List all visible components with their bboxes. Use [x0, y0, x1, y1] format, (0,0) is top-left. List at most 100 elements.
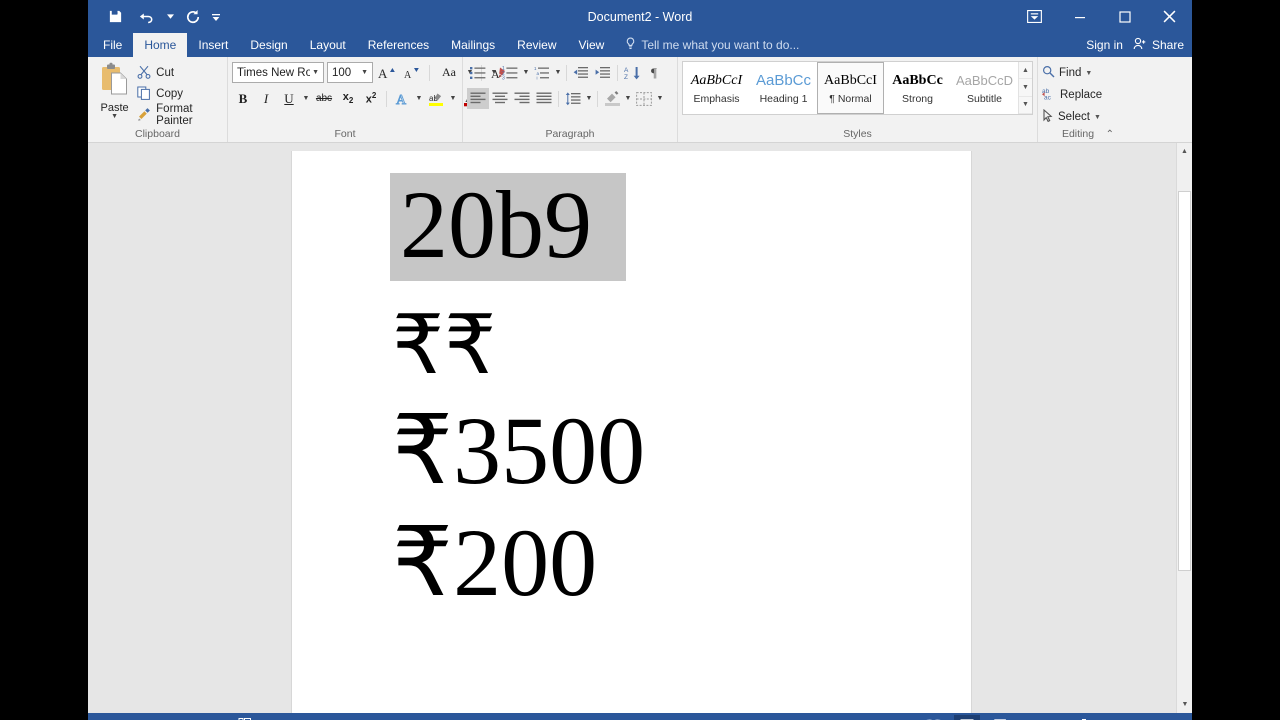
styles-scroll-up-icon[interactable]: ▲	[1019, 62, 1032, 80]
text-effects-button[interactable]: A	[391, 88, 413, 109]
bullets-button[interactable]	[467, 62, 489, 83]
select-dropdown-icon[interactable]: ▼	[1094, 114, 1101, 121]
copy-button[interactable]: Copy	[137, 85, 223, 103]
copy-label: Copy	[156, 88, 184, 100]
find-dropdown-icon[interactable]: ▼	[1085, 70, 1092, 77]
justify-button[interactable]	[533, 88, 555, 109]
style-subtitle[interactable]: AaBbCcD Subtitle	[951, 62, 1018, 114]
word-application-window: Document2 - Word File Home Insert Design…	[88, 0, 1192, 720]
svg-text:A: A	[396, 93, 407, 107]
read-mode-button[interactable]	[920, 715, 946, 720]
format-painter-button[interactable]: Format Painter	[137, 103, 223, 127]
paste-dropdown-icon[interactable]: ▼	[111, 113, 118, 120]
bold-button[interactable]: B	[232, 88, 254, 109]
styles-group-label: Styles	[843, 128, 872, 140]
svg-text:A: A	[624, 67, 629, 74]
document-line-3[interactable]: ₹3500	[392, 403, 943, 499]
find-button[interactable]: Find ▼	[1042, 63, 1102, 83]
collapse-ribbon-button[interactable]: ⌃	[1106, 129, 1114, 140]
shading-dropdown-icon[interactable]: ▼	[623, 88, 633, 109]
cut-button[interactable]: Cut	[137, 64, 223, 82]
grow-font-button[interactable]: A	[376, 62, 398, 83]
paste-button[interactable]: Paste ▼	[92, 60, 137, 120]
close-button[interactable]	[1147, 0, 1192, 33]
center-button[interactable]	[489, 88, 511, 109]
share-button[interactable]: Share	[1133, 37, 1184, 53]
change-case-button[interactable]: Aa	[436, 62, 462, 83]
sort-button[interactable]: AZ	[621, 62, 643, 83]
scroll-up-button[interactable]: ▲	[1177, 143, 1192, 160]
tab-view[interactable]: View	[568, 33, 616, 57]
underline-dropdown-icon[interactable]: ▼	[301, 88, 311, 109]
borders-dropdown-icon[interactable]: ▼	[655, 88, 665, 109]
scroll-down-button[interactable]: ▼	[1177, 696, 1192, 713]
text-highlight-color-button[interactable]: ab	[425, 88, 447, 109]
borders-button[interactable]	[633, 88, 655, 109]
subscript-button[interactable]: x2	[337, 88, 359, 109]
web-layout-button[interactable]	[988, 715, 1014, 720]
styles-gallery-scrollbar[interactable]: ▲ ▼ ▼	[1018, 62, 1032, 114]
restore-button[interactable]	[1102, 0, 1147, 33]
styles-more-icon[interactable]: ▼	[1019, 97, 1032, 114]
style-preview: AaBbCcI	[824, 72, 877, 88]
tab-layout[interactable]: Layout	[299, 33, 357, 57]
replace-button[interactable]: ab ac Replace	[1042, 85, 1102, 105]
shading-button[interactable]	[601, 88, 623, 109]
document-body[interactable]: 20b9 ₹₹ ₹3500 ₹200	[292, 151, 971, 611]
font-name-combo[interactable]: Times New Ro ▼	[232, 62, 324, 83]
tell-me-search-box[interactable]: Tell me what you want to do...	[615, 33, 809, 57]
tab-file[interactable]: File	[92, 33, 133, 57]
editing-group-label: Editing	[1061, 128, 1095, 140]
customize-quick-access-toolbar-button[interactable]	[210, 4, 222, 30]
quick-access-toolbar	[100, 0, 222, 33]
line-spacing-dropdown-icon[interactable]: ▼	[584, 88, 594, 109]
minimize-button[interactable]	[1057, 0, 1102, 33]
print-layout-button[interactable]	[954, 715, 980, 720]
select-button[interactable]: Select ▼	[1042, 107, 1102, 127]
style-normal[interactable]: AaBbCcI ¶ Normal	[817, 62, 884, 114]
redo-button[interactable]	[178, 4, 208, 30]
numbering-button[interactable]: 123	[499, 62, 521, 83]
bullets-dropdown-icon[interactable]: ▼	[489, 62, 499, 83]
italic-button[interactable]: I	[255, 88, 277, 109]
line-spacing-button[interactable]	[562, 88, 584, 109]
show-formatting-marks-button[interactable]: ¶	[643, 62, 665, 83]
tab-home[interactable]: Home	[133, 33, 188, 57]
multilevel-list-button[interactable]: 1ai	[531, 62, 553, 83]
tab-insert[interactable]: Insert	[187, 33, 239, 57]
align-left-button[interactable]	[467, 88, 489, 109]
font-size-combo[interactable]: 100 ▼	[327, 62, 373, 83]
superscript-button[interactable]: x2	[360, 88, 382, 109]
document-line-2[interactable]: ₹₹	[392, 305, 943, 387]
increase-indent-button[interactable]	[592, 62, 614, 83]
tab-mailings[interactable]: Mailings	[440, 33, 506, 57]
document-line-1[interactable]: 20b9	[390, 173, 626, 281]
styles-scroll-down-icon[interactable]: ▼	[1019, 79, 1032, 97]
vertical-scrollbar[interactable]: ▲ ▼	[1176, 143, 1192, 713]
sign-in-button[interactable]: Sign in	[1086, 38, 1123, 52]
document-page[interactable]: 20b9 ₹₹ ₹3500 ₹200	[291, 151, 972, 713]
style-strong[interactable]: AaBbCc Strong	[884, 62, 951, 114]
tab-references[interactable]: References	[357, 33, 440, 57]
align-right-button[interactable]	[511, 88, 533, 109]
underline-button[interactable]: U	[278, 88, 300, 109]
strikethrough-button[interactable]: abc	[312, 88, 336, 109]
style-preview: AaBbCc	[892, 72, 943, 88]
save-button[interactable]	[100, 4, 130, 30]
tab-design[interactable]: Design	[239, 33, 298, 57]
undo-button[interactable]	[132, 4, 162, 30]
scrollbar-thumb[interactable]	[1178, 191, 1191, 571]
style-emphasis[interactable]: AaBbCcI Emphasis	[683, 62, 750, 114]
svg-text:i: i	[537, 75, 538, 80]
ribbon-display-options-button[interactable]	[1012, 0, 1057, 33]
decrease-indent-button[interactable]	[570, 62, 592, 83]
numbering-dropdown-icon[interactable]: ▼	[521, 62, 531, 83]
style-heading-1[interactable]: AaBbCс Heading 1	[750, 62, 817, 114]
highlight-dropdown-icon[interactable]: ▼	[448, 88, 458, 109]
multilevel-list-dropdown-icon[interactable]: ▼	[553, 62, 563, 83]
text-effects-dropdown-icon[interactable]: ▼	[414, 88, 424, 109]
tab-review[interactable]: Review	[506, 33, 567, 57]
document-line-4[interactable]: ₹200	[392, 515, 943, 611]
undo-dropdown-icon[interactable]	[164, 4, 176, 30]
shrink-font-button[interactable]: A	[401, 62, 423, 83]
